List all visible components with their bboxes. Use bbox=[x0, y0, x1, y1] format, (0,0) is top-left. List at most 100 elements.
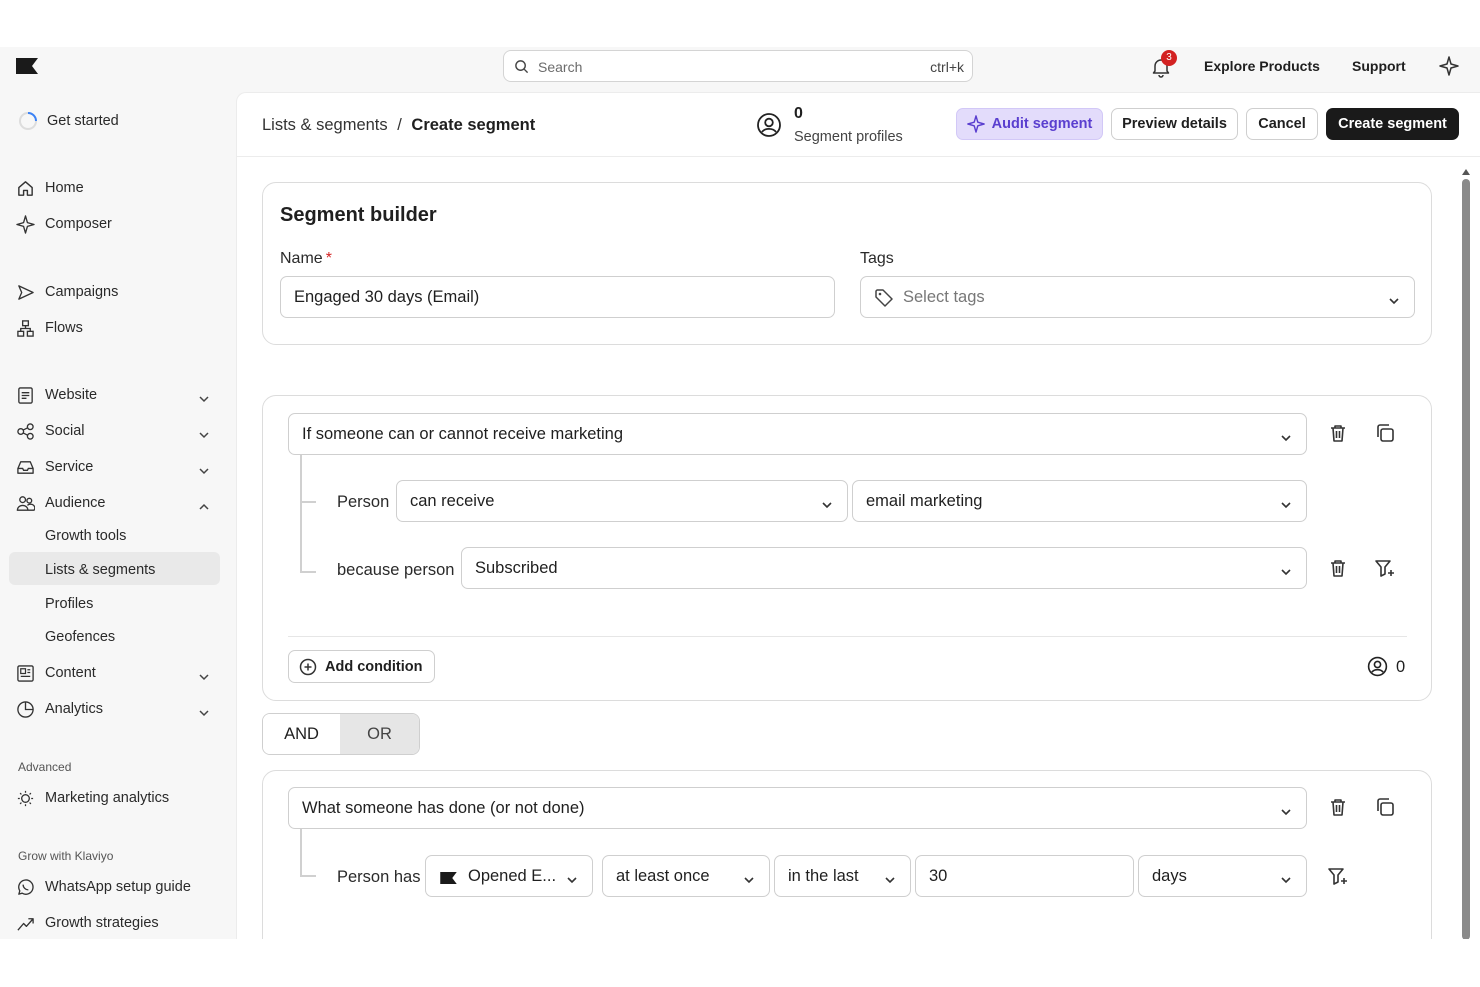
sidebar-item-home[interactable]: Home bbox=[16, 176, 84, 200]
sidebar-item-label: Service bbox=[45, 459, 94, 475]
timeframe-value: in the last bbox=[788, 867, 859, 885]
ai-sparkle-icon[interactable] bbox=[1439, 56, 1459, 81]
trash-icon[interactable] bbox=[1327, 796, 1351, 820]
create-segment-button[interactable]: Create segment bbox=[1326, 108, 1459, 140]
segment-name-value: Engaged 30 days (Email) bbox=[294, 288, 480, 306]
sidebar-item-service[interactable]: Service bbox=[16, 455, 93, 479]
name-label: Name * bbox=[280, 250, 332, 268]
social-icon bbox=[17, 422, 34, 440]
chevron-up-icon[interactable] bbox=[198, 498, 210, 516]
duplicate-icon[interactable] bbox=[1374, 796, 1398, 820]
chevron-down-icon bbox=[1280, 428, 1292, 447]
chevron-down-icon bbox=[1388, 291, 1400, 310]
trash-icon[interactable] bbox=[1327, 422, 1351, 446]
sidebar-item-marketing-analytics[interactable]: Marketing analytics bbox=[16, 786, 169, 810]
sidebar-item-campaigns[interactable]: Campaigns bbox=[16, 280, 118, 304]
search-icon bbox=[514, 59, 529, 79]
frequency-select[interactable]: at least once bbox=[602, 855, 770, 897]
sidebar-item-label: Content bbox=[45, 665, 96, 681]
home-icon bbox=[18, 180, 33, 196]
condition-type-select[interactable]: If someone can or cannot receive marketi… bbox=[288, 413, 1307, 455]
can-receive-value: can receive bbox=[410, 492, 495, 510]
sidebar-item-label: Composer bbox=[45, 216, 112, 232]
sidebar-item-composer[interactable]: Composer bbox=[16, 212, 112, 236]
tags-select[interactable]: Select tags bbox=[860, 276, 1415, 318]
klaviyo-logo-icon[interactable] bbox=[16, 58, 38, 79]
sidebar-item-whatsapp[interactable]: WhatsApp setup guide bbox=[16, 875, 191, 899]
sidebar-subitem-lists-segments[interactable]: Lists & segments bbox=[45, 562, 155, 578]
audit-segment-button[interactable]: Audit segment bbox=[956, 108, 1103, 140]
segment-profiles-label: Segment profiles bbox=[794, 129, 903, 145]
section-label-advanced: Advanced bbox=[18, 760, 72, 774]
add-filter-icon[interactable] bbox=[1374, 557, 1398, 581]
sidebar-subitem-profiles[interactable]: Profiles bbox=[45, 596, 93, 612]
can-receive-select[interactable]: can receive bbox=[396, 480, 848, 522]
sidebar-item-label: WhatsApp setup guide bbox=[45, 879, 191, 895]
consent-reason-select[interactable]: Subscribed bbox=[461, 547, 1307, 589]
sidebar-item-content[interactable]: Content bbox=[16, 661, 96, 685]
condition-type-value: If someone can or cannot receive marketi… bbox=[302, 425, 624, 443]
sidebar-item-analytics[interactable]: Analytics bbox=[16, 697, 103, 721]
section-label-grow: Grow with Klaviyo bbox=[18, 849, 114, 863]
chevron-down-icon bbox=[884, 870, 896, 889]
sidebar-item-label: Campaigns bbox=[45, 284, 119, 300]
channel-value: email marketing bbox=[866, 492, 983, 510]
segment-builder-title: Segment builder bbox=[280, 204, 437, 226]
sidebar-item-label: Social bbox=[45, 423, 85, 439]
metric-select[interactable]: Opened E... bbox=[425, 855, 593, 897]
chevron-down-icon bbox=[1280, 562, 1292, 581]
time-unit-select[interactable]: days bbox=[1138, 855, 1307, 897]
condition-group-2: What someone has done (or not done) Pers… bbox=[262, 770, 1432, 939]
audit-segment-label: Audit segment bbox=[991, 116, 1093, 132]
breadcrumb-separator: / bbox=[397, 116, 402, 134]
sidebar-item-social[interactable]: Social bbox=[16, 419, 85, 443]
chevron-down-icon[interactable] bbox=[198, 668, 210, 686]
sidebar-item-label: Growth strategies bbox=[45, 915, 159, 931]
sidebar-item-flows[interactable]: Flows bbox=[16, 316, 83, 340]
timeframe-select[interactable]: in the last bbox=[774, 855, 911, 897]
tree-branch bbox=[302, 875, 316, 877]
condition-group-1: If someone can or cannot receive marketi… bbox=[262, 395, 1432, 701]
sidebar-item-audience[interactable]: Audience bbox=[16, 491, 105, 515]
tag-icon bbox=[874, 288, 894, 313]
logic-toggle: AND OR bbox=[262, 713, 420, 755]
duplicate-icon[interactable] bbox=[1374, 422, 1398, 446]
add-condition-button[interactable]: Add condition bbox=[288, 650, 436, 683]
person-label: Person bbox=[337, 493, 390, 511]
inbox-icon bbox=[17, 460, 34, 474]
sidebar-item-get-started[interactable]: Get started bbox=[18, 109, 119, 133]
sidebar-item-growth-strategies[interactable]: Growth strategies bbox=[16, 911, 159, 935]
trash-icon[interactable] bbox=[1327, 557, 1351, 581]
segment-builder-card: Segment builder Name * Engaged 30 days (E… bbox=[262, 182, 1432, 345]
condition-type-value: What someone has done (or not done) bbox=[302, 799, 585, 817]
chevron-down-icon[interactable] bbox=[198, 462, 210, 480]
sidebar-item-website[interactable]: Website bbox=[16, 383, 97, 407]
explore-products-link[interactable]: Explore Products bbox=[1204, 58, 1320, 74]
search-input[interactable]: Search ctrl+k bbox=[503, 50, 973, 82]
timeframe-amount-value: 30 bbox=[929, 867, 948, 885]
breadcrumb-parent[interactable]: Lists & segments bbox=[262, 116, 388, 134]
segment-name-input[interactable]: Engaged 30 days (Email) bbox=[280, 276, 835, 318]
and-toggle-option[interactable]: AND bbox=[263, 714, 341, 754]
add-filter-icon[interactable] bbox=[1327, 865, 1351, 889]
timeframe-amount-input[interactable]: 30 bbox=[915, 855, 1134, 897]
sidebar-item-label: Website bbox=[45, 387, 98, 403]
sidebar-subitem-geofences[interactable]: Geofences bbox=[45, 629, 115, 645]
metric-value: Opened E... bbox=[468, 867, 557, 885]
chevron-down-icon[interactable] bbox=[198, 426, 210, 444]
chevron-down-icon bbox=[1280, 870, 1292, 889]
channel-select[interactable]: email marketing bbox=[852, 480, 1307, 522]
cancel-button[interactable]: Cancel bbox=[1246, 108, 1318, 140]
vertical-scrollbar[interactable] bbox=[1462, 179, 1470, 939]
preview-details-button[interactable]: Preview details bbox=[1111, 108, 1238, 140]
chevron-down-icon[interactable] bbox=[198, 704, 210, 722]
support-link[interactable]: Support bbox=[1352, 58, 1406, 74]
top-bar: Search ctrl+k 3 Explore Products Support bbox=[0, 47, 1480, 87]
condition-type-select[interactable]: What someone has done (or not done) bbox=[288, 787, 1307, 829]
sidebar-subitem-growth-tools[interactable]: Growth tools bbox=[45, 528, 126, 544]
chevron-down-icon[interactable] bbox=[198, 390, 210, 408]
group-profile-count: 0 bbox=[1396, 658, 1406, 676]
or-toggle-option[interactable]: OR bbox=[340, 714, 419, 754]
sidebar-item-label: Flows bbox=[45, 320, 83, 336]
sidebar-item-label: Analytics bbox=[45, 701, 104, 717]
